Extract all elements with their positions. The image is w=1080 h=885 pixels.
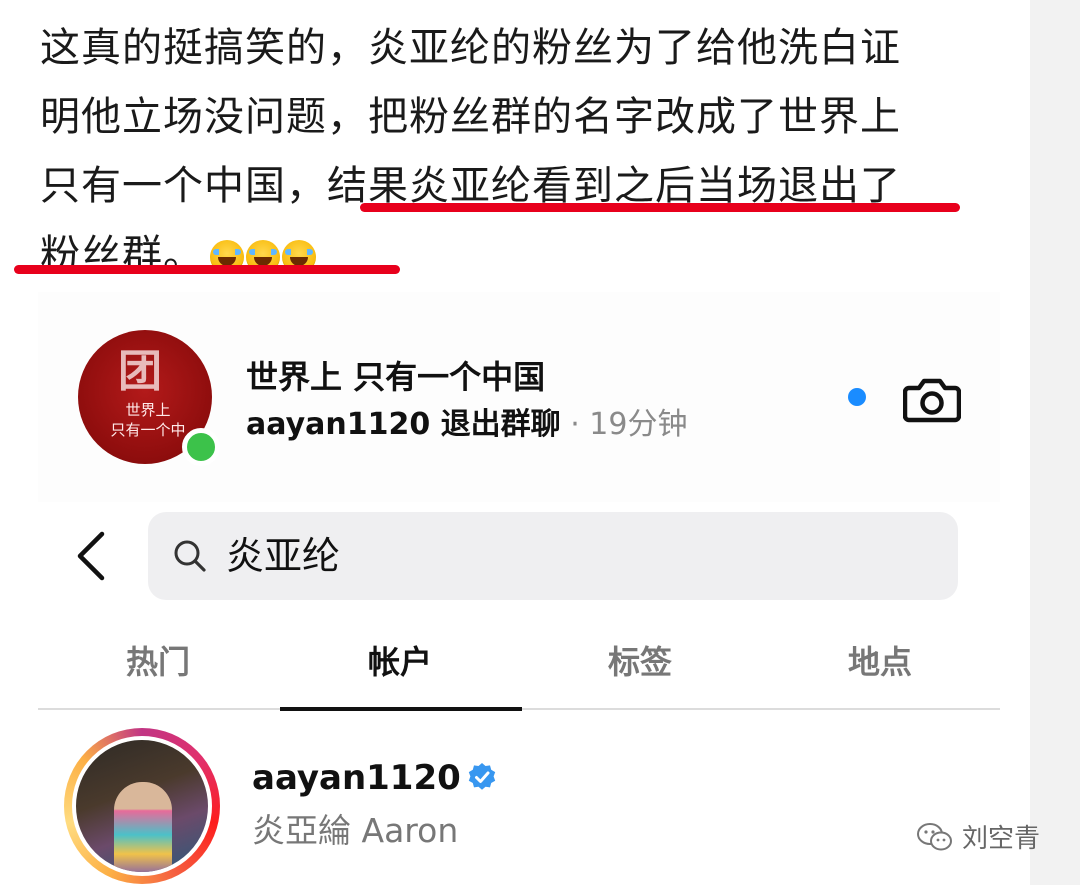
red-underline-2: [14, 265, 400, 274]
account-username[interactable]: aayan1120: [252, 758, 497, 798]
avatar-seal: 团: [118, 346, 162, 397]
watermark: 刘空青: [916, 818, 1040, 855]
red-underline-1: [360, 203, 960, 212]
wechat-icon: [917, 822, 952, 850]
avatar-caption-line-1: 世界上: [125, 401, 171, 419]
watermark-text: 刘空青: [962, 824, 1041, 854]
account-full-name: 炎亞綸 Aaron: [252, 811, 459, 850]
page-gutter: [1030, 0, 1080, 885]
unread-dot: [848, 388, 866, 406]
group-chat-row[interactable]: 团 世界上 只有一个中 世界上 只有一个中国 aayan1120 退出群聊 · …: [38, 292, 1000, 502]
post-text: 这真的挺搞笑的，炎亚纶的粉丝为了给他洗白证 明他立场没问题，把粉丝群的名字改成了…: [40, 14, 1000, 292]
story-ring[interactable]: [64, 728, 220, 884]
group-status-text: aayan1120 退出群聊: [246, 407, 561, 442]
online-status-dot: [182, 428, 220, 466]
tab-tags[interactable]: 标签: [520, 637, 760, 683]
group-name: 世界上 只有一个中国: [246, 358, 546, 396]
search-input[interactable]: 炎亚纶: [148, 512, 958, 600]
group-time: · 19分钟: [560, 407, 688, 442]
post-line-2: 明他立场没问题，把粉丝群的名字改成了世界上: [40, 94, 901, 140]
account-username-text: aayan1120: [252, 758, 461, 798]
search-query: 炎亚纶: [226, 534, 341, 578]
camera-icon[interactable]: [903, 374, 961, 424]
post-line-4: 粉丝群。: [40, 221, 1000, 292]
back-arrow-icon[interactable]: [74, 530, 108, 582]
instagram-screenshot: 团 世界上 只有一个中 世界上 只有一个中国 aayan1120 退出群聊 · …: [38, 292, 1000, 885]
active-tab-indicator: [280, 707, 522, 711]
tab-top[interactable]: 热门: [38, 637, 278, 683]
search-icon: [174, 540, 206, 572]
post-line-1: 这真的挺搞笑的，炎亚纶的粉丝为了给他洗白证: [40, 25, 901, 71]
tab-accounts[interactable]: 帐户: [280, 637, 520, 683]
avatar-figure: [114, 782, 172, 872]
avatar: [72, 736, 212, 876]
tab-places[interactable]: 地点: [760, 637, 1000, 683]
group-last-activity: aayan1120 退出群聊 · 19分钟: [246, 399, 687, 443]
verified-badge-icon: [468, 763, 495, 790]
emoji-row: [210, 223, 318, 292]
